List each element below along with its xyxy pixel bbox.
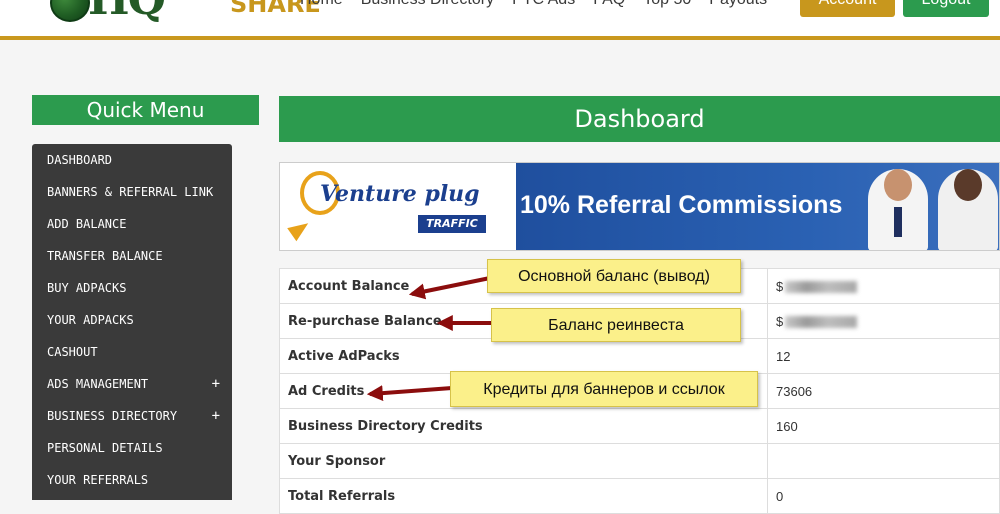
page-title: Dashboard [279, 96, 1000, 142]
table-row: Business Directory Credits 160 [279, 408, 1000, 444]
banner-promo-area: 10% Referral Commissions [516, 163, 999, 250]
row-value-account-balance: $ [767, 268, 1000, 304]
nav-top-50[interactable]: Top 50 [643, 0, 691, 9]
sidebar-item-dashboard[interactable]: DASHBOARD [32, 144, 232, 176]
nav-business-directory[interactable]: Business Directory [361, 0, 494, 9]
sidebar-item-your-adpacks[interactable]: YOUR ADPACKS [32, 304, 232, 336]
sidebar-item-label: BUSINESS DIRECTORY [47, 409, 178, 423]
sidebar-item-label: PERSONAL DETAILS [47, 441, 163, 455]
currency-symbol: $ [776, 278, 784, 294]
top-navigation: Home Business Directory PTC Ads FAQ Top … [300, 0, 767, 9]
sidebar-item-label: CASHOUT [47, 345, 98, 359]
sidebar-item-transfer-balance[interactable]: TRANSFER BALANCE [32, 240, 232, 272]
site-header: HQ SHARE Home Business Directory PTC Ads… [0, 0, 1000, 40]
sidebar-item-label: DASHBOARD [47, 153, 113, 167]
redacted-amount [785, 316, 858, 329]
sidebar-item-label: BUY ADPACKS [47, 281, 127, 295]
nav-payouts[interactable]: Payouts [709, 0, 767, 9]
businesswoman-head [954, 169, 982, 201]
sidebar-item-label: ADD BALANCE [47, 217, 127, 231]
row-value-business-directory-credits: 160 [767, 408, 1000, 444]
sidebar-item-label: BANNERS & REFERRAL LINK [47, 185, 214, 199]
table-row: Active AdPacks 12 [279, 338, 1000, 374]
annotation-main-balance: Основной баланс (вывод) [487, 259, 741, 293]
banner-brand-name: Venture plug [320, 181, 480, 207]
quick-menu: DASHBOARD BANNERS & REFERRAL LINK ADD BA… [32, 144, 232, 500]
sidebar-item-banners-referral-link[interactable]: BANNERS & REFERRAL LINK [32, 176, 232, 208]
row-label-active-adpacks: Active AdPacks [279, 338, 768, 374]
table-row: Total Referrals 0 [279, 478, 1000, 514]
sidebar-item-ads-management[interactable]: ADS MANAGEMENT + [32, 368, 232, 400]
logout-button[interactable]: Logout [903, 0, 989, 17]
nav-faq[interactable]: FAQ [593, 0, 625, 9]
account-button[interactable]: Account [800, 0, 895, 17]
row-value-repurchase-balance: $ [767, 303, 1000, 339]
row-label-business-directory-credits: Business Directory Credits [279, 408, 768, 444]
row-label-your-sponsor: Your Sponsor [279, 443, 768, 479]
quick-menu-title: Quick Menu [32, 95, 259, 125]
banner-brand-tag: TRAFFIC [418, 215, 486, 233]
sidebar-item-add-balance[interactable]: ADD BALANCE [32, 208, 232, 240]
businessman-head [884, 169, 912, 201]
ad-banner[interactable]: Venture plug TRAFFIC 10% Referral Commis… [279, 162, 1000, 251]
nav-home[interactable]: Home [300, 0, 343, 9]
annotation-reinvest-balance: Баланс реинвеста [491, 308, 741, 342]
currency-symbol: $ [776, 313, 784, 329]
businessman-tie [894, 207, 902, 237]
sidebar-item-label: YOUR REFERRALS [47, 473, 149, 487]
sidebar-item-buy-adpacks[interactable]: BUY ADPACKS [32, 272, 232, 304]
redacted-amount [785, 281, 858, 294]
sidebar-item-your-referrals[interactable]: YOUR REFERRALS [32, 464, 232, 496]
table-row: Your Sponsor [279, 443, 1000, 479]
sidebar-item-label: YOUR ADPACKS [47, 313, 134, 327]
annotation-credits: Кредиты для баннеров и ссылок [450, 371, 758, 407]
sidebar-item-cashout[interactable]: CASHOUT [32, 336, 232, 368]
businesswoman-image [938, 169, 998, 250]
sidebar-item-business-directory[interactable]: BUSINESS DIRECTORY + [32, 400, 232, 432]
businessman-image [868, 169, 928, 250]
row-value-total-referrals: 0 [767, 478, 1000, 514]
sidebar-item-personal-details[interactable]: PERSONAL DETAILS [32, 432, 232, 464]
expand-plus-icon[interactable]: + [212, 400, 220, 432]
banner-promo-text: 10% Referral Commissions [520, 191, 843, 219]
nav-ptc-ads[interactable]: PTC Ads [512, 0, 575, 9]
row-value-your-sponsor [767, 443, 1000, 479]
banner-brand-area: Venture plug TRAFFIC [280, 163, 516, 250]
globe-icon [50, 0, 90, 22]
sidebar-item-label: TRANSFER BALANCE [47, 249, 163, 263]
row-label-total-referrals: Total Referrals [279, 478, 768, 514]
growth-arrow-icon [287, 216, 313, 242]
row-value-active-adpacks: 12 [767, 338, 1000, 374]
expand-plus-icon[interactable]: + [212, 368, 220, 400]
row-value-ad-credits: 73606 [767, 373, 1000, 409]
logo-main-text: HQ [88, 0, 166, 22]
sidebar-item-label: ADS MANAGEMENT [47, 377, 149, 391]
